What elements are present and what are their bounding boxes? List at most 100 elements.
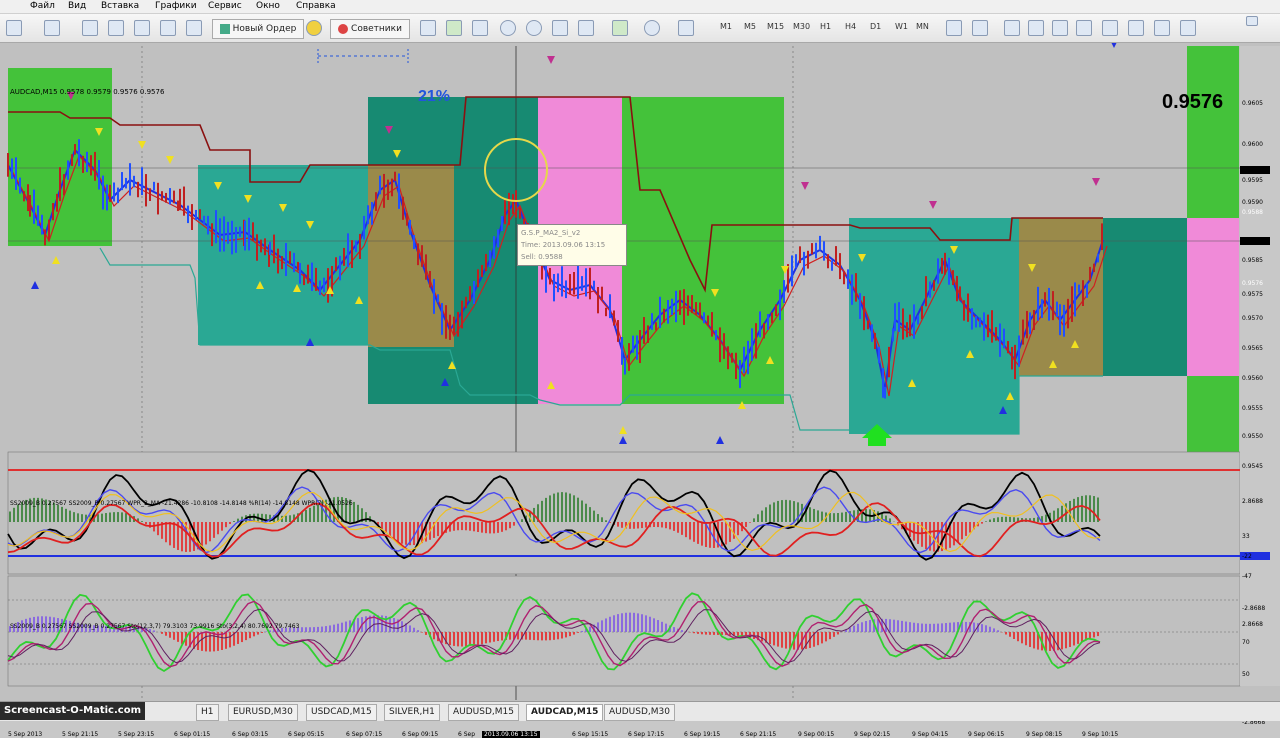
indicator2-panel <box>7 575 1241 687</box>
buy-arrow <box>52 256 60 264</box>
tab-eurusd-m30[interactable]: EURUSD,M30 <box>228 704 298 721</box>
text-button[interactable] <box>1128 19 1144 37</box>
price-marker-label: 0.9588 <box>1242 209 1263 216</box>
ind2-tick: 2.8668 <box>1242 621 1263 628</box>
tf-h4[interactable]: H4 <box>845 22 856 31</box>
tile-windows-button[interactable] <box>552 19 568 37</box>
menu-help[interactable]: Справка <box>296 1 336 11</box>
line-chart-button[interactable] <box>472 19 488 37</box>
crosshair-tool-icon <box>972 20 988 36</box>
tf-m5[interactable]: M5 <box>744 22 756 31</box>
buy-arrow <box>619 426 627 434</box>
data-window-button[interactable] <box>108 19 124 37</box>
autotrading-toggle[interactable] <box>306 19 322 37</box>
zoom-in-icon <box>500 20 516 36</box>
chart-tabs: H1 EURUSD,M30 USDCAD,M15 SILVER,H1 AUDUS… <box>0 701 1280 721</box>
signal-tooltip: G.S.P_MA2_Si_v2 Time: 2013.09.06 13:15 S… <box>517 224 627 266</box>
tab-audcad-m15[interactable]: AUDCAD,M15 <box>526 704 604 721</box>
tooltip-sell: Sell: 0.9588 <box>521 253 563 261</box>
new-order-label: Новый Ордер <box>232 24 297 34</box>
templates-button[interactable] <box>678 19 694 37</box>
time-tick: 6 Sep 19:15 <box>684 731 721 738</box>
tab-audusd-m30[interactable]: AUDUSD,M30 <box>604 704 675 721</box>
indicator1-title: SS2009_B 0.27567 SS2009_B 0.27567 WPR_3_… <box>10 500 353 507</box>
chart-shift-button[interactable] <box>578 19 594 37</box>
menu-file[interactable]: Файл <box>30 1 55 11</box>
time-cursor-label: 2013.09.06 13:15 <box>482 731 540 738</box>
tooltip-time: Time: 2013.09.06 13:15 <box>521 241 606 249</box>
tf-mn[interactable]: MN <box>916 22 929 31</box>
tf-w1[interactable]: W1 <box>895 22 908 31</box>
tf-d1[interactable]: D1 <box>870 22 881 31</box>
time-tick: 9 Sep 06:15 <box>968 731 1005 738</box>
candle-chart-button[interactable] <box>446 19 462 37</box>
current-price-display: 0.9576 <box>1162 91 1224 113</box>
time-tick: 9 Sep 10:15 <box>1082 731 1119 738</box>
price-tick: 0.9570 <box>1242 315 1263 322</box>
market-watch-button[interactable] <box>82 19 98 37</box>
tf-m15[interactable]: M15 <box>767 22 784 31</box>
profiles-icon <box>44 20 60 36</box>
vertical-line-icon <box>1004 20 1020 36</box>
zoom-in-button[interactable] <box>500 19 516 37</box>
cursor-button[interactable] <box>946 19 962 37</box>
toolbar: Новый Ордер Советники M1 M5 M15 M30 H1 H… <box>0 14 1280 43</box>
bar-chart-button[interactable] <box>420 19 436 37</box>
chart-area[interactable]: AUDCAD,M15 0.9578 0.9579 0.9576 0.9576 2… <box>0 43 1280 738</box>
menu-tools[interactable]: Сервис <box>208 1 242 11</box>
channel-button[interactable] <box>1076 19 1092 37</box>
terminal-button[interactable] <box>160 19 176 37</box>
time-tick: 6 Sep 03:15 <box>232 731 269 738</box>
channel-icon <box>1076 20 1092 36</box>
price-tick: 0.9605 <box>1242 100 1263 107</box>
tab-audusd-m15[interactable]: AUDUSD,M15 <box>448 704 519 721</box>
new-chart-button[interactable] <box>6 19 22 37</box>
tf-h1[interactable]: H1 <box>820 22 831 31</box>
tab-silver-h1[interactable]: SILVER,H1 <box>384 704 440 721</box>
label-icon <box>1154 20 1170 36</box>
window-restore-button[interactable] <box>1246 14 1258 28</box>
periods-button[interactable] <box>644 19 660 37</box>
fibo-button[interactable] <box>1102 19 1118 37</box>
time-tick: 9 Sep 08:15 <box>1026 731 1063 738</box>
time-tick: 9 Sep 04:15 <box>912 731 949 738</box>
horizontal-line-icon <box>1028 20 1044 36</box>
profiles-button[interactable] <box>44 19 60 37</box>
time-tick: 5 Sep 21:15 <box>62 731 99 738</box>
progress-dashes <box>317 49 409 64</box>
hline-button[interactable] <box>1028 19 1044 37</box>
sell-arrow <box>166 156 174 164</box>
tab-usdcad-m15[interactable]: USDCAD,M15 <box>306 704 377 721</box>
ind2-tick: 50 <box>1242 671 1250 678</box>
trendline-button[interactable] <box>1052 19 1068 37</box>
tf-m1[interactable]: M1 <box>720 22 732 31</box>
text-icon <box>1128 20 1144 36</box>
current-price-box <box>1240 237 1270 245</box>
vline-button[interactable] <box>1004 19 1020 37</box>
new-order-button[interactable]: Новый Ордер <box>212 19 304 39</box>
advisors-icon <box>338 24 349 34</box>
arrows-button[interactable] <box>1180 19 1196 37</box>
time-tick: 5 Sep 2013 <box>8 731 43 738</box>
menu-charts[interactable]: Графики <box>155 1 197 11</box>
crosshair-button[interactable] <box>972 19 988 37</box>
indicators-button[interactable] <box>612 19 628 37</box>
label-button[interactable] <box>1154 19 1170 37</box>
price-tick: 0.9595 <box>1242 177 1263 184</box>
line-chart-icon <box>472 20 488 36</box>
autotrading-icon <box>306 20 322 36</box>
tester-button[interactable] <box>186 19 202 37</box>
menu-view[interactable]: Вид <box>68 1 86 11</box>
tf-m30[interactable]: M30 <box>793 22 810 31</box>
time-tick: 5 Sep 23:15 <box>118 731 155 738</box>
price-tick: 0.9550 <box>1242 433 1263 440</box>
sell-arrow <box>1092 178 1100 186</box>
new-order-icon <box>219 24 230 34</box>
sell-arrow <box>547 56 555 64</box>
navigator-button[interactable] <box>134 19 150 37</box>
menu-window[interactable]: Окно <box>256 1 280 11</box>
advisors-button[interactable]: Советники <box>330 19 410 39</box>
tab-h1[interactable]: H1 <box>196 704 219 721</box>
menu-insert[interactable]: Вставка <box>101 1 139 11</box>
zoom-out-button[interactable] <box>526 19 542 37</box>
